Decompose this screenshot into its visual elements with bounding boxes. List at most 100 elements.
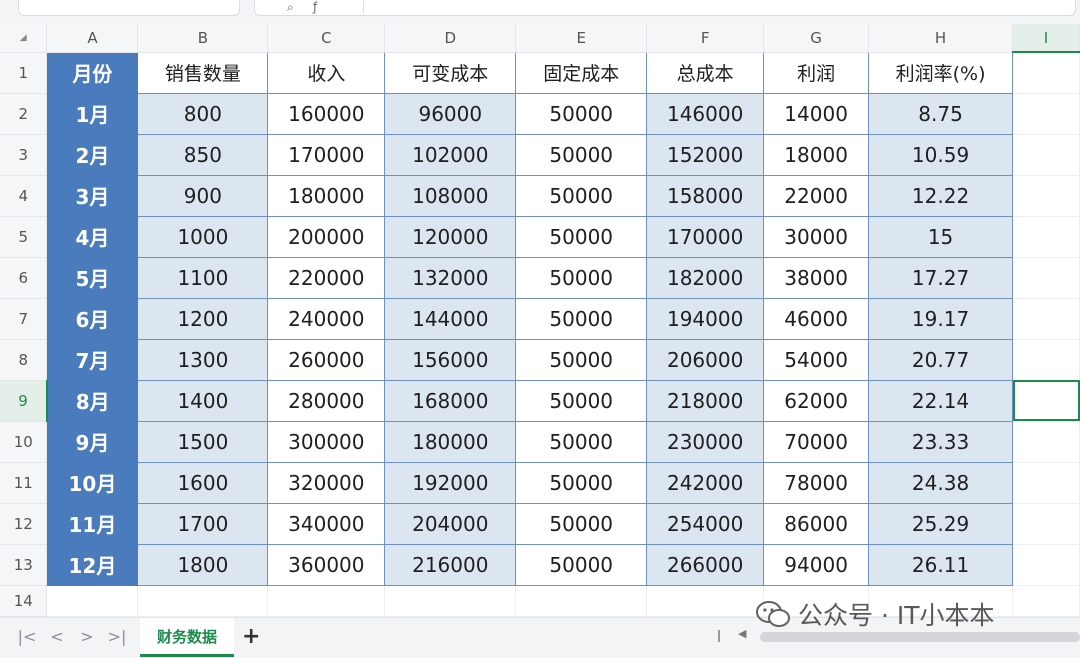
cell-total-cost[interactable]: 206000	[646, 338, 765, 381]
cell-revenue[interactable]: 300000	[267, 420, 386, 463]
next-sheet-button[interactable]: >	[76, 627, 98, 646]
cell-empty[interactable]	[1012, 421, 1080, 463]
header-cell-revenue[interactable]: 收入	[267, 51, 386, 94]
cell-profit[interactable]: 30000	[763, 215, 870, 258]
row-header-9[interactable]: 9	[0, 380, 48, 422]
search-icon[interactable]: ⌕	[287, 0, 294, 15]
cell-profit-rate[interactable]: 12.22	[868, 174, 1014, 217]
cell-revenue[interactable]: 360000	[267, 543, 386, 586]
header-cell-total-cost[interactable]: 总成本	[646, 51, 765, 94]
cell-revenue[interactable]: 170000	[267, 133, 386, 176]
cell-total-cost[interactable]: 170000	[646, 215, 765, 258]
cell-fixed-cost[interactable]: 50000	[515, 92, 648, 135]
cell-profit[interactable]: 94000	[763, 543, 870, 586]
cell-total-cost[interactable]: 158000	[646, 174, 765, 217]
cell-total-cost[interactable]: 152000	[646, 133, 765, 176]
cell-variable-cost[interactable]: 168000	[384, 379, 517, 422]
cell-month[interactable]: 10月	[46, 461, 139, 504]
row-header-2[interactable]: 2	[0, 93, 48, 135]
cell-empty[interactable]	[1012, 257, 1080, 299]
cell-total-cost[interactable]: 146000	[646, 92, 765, 135]
cell-total-cost[interactable]: 182000	[646, 256, 765, 299]
cell-sales-qty[interactable]: 1800	[137, 543, 269, 586]
cell-month[interactable]: 9月	[46, 420, 139, 463]
cell-profit-rate[interactable]: 15	[868, 215, 1014, 258]
cell-month[interactable]: 8月	[46, 379, 139, 422]
row-header-1[interactable]: 1	[0, 52, 48, 94]
cell-revenue[interactable]: 260000	[267, 338, 386, 381]
cell-profit[interactable]: 54000	[763, 338, 870, 381]
cell-total-cost[interactable]: 266000	[646, 543, 765, 586]
cell-profit[interactable]: 86000	[763, 502, 870, 545]
cell-variable-cost[interactable]: 120000	[384, 215, 517, 258]
cell-profit[interactable]: 14000	[763, 92, 870, 135]
row-header-13[interactable]: 13	[0, 544, 48, 586]
cell-month[interactable]: 4月	[46, 215, 139, 258]
cell-profit-rate[interactable]: 19.17	[868, 297, 1014, 340]
header-cell-sales-qty[interactable]: 销售数量	[137, 51, 269, 94]
cell-sales-qty[interactable]: 800	[137, 92, 269, 135]
column-header-f[interactable]: F	[646, 24, 765, 53]
cell-month[interactable]: 6月	[46, 297, 139, 340]
fx-icon[interactable]: ƒ	[313, 0, 317, 14]
cell-fixed-cost[interactable]: 50000	[515, 174, 648, 217]
cell-total-cost[interactable]: 218000	[646, 379, 765, 422]
row-header-10[interactable]: 10	[0, 421, 48, 463]
cell-revenue[interactable]: 320000	[267, 461, 386, 504]
cell-variable-cost[interactable]: 180000	[384, 420, 517, 463]
cell-profit-rate[interactable]: 23.33	[868, 420, 1014, 463]
cell-fixed-cost[interactable]: 50000	[515, 215, 648, 258]
cell-sales-qty[interactable]: 1500	[137, 420, 269, 463]
cell-sales-qty[interactable]: 850	[137, 133, 269, 176]
scroll-left-arrow-icon[interactable]: ◀	[738, 627, 746, 640]
cell-revenue[interactable]: 340000	[267, 502, 386, 545]
cell-empty[interactable]	[1012, 544, 1080, 586]
cell-revenue[interactable]: 240000	[267, 297, 386, 340]
cell-variable-cost[interactable]: 108000	[384, 174, 517, 217]
cell-empty[interactable]	[137, 585, 269, 617]
cell-variable-cost[interactable]: 204000	[384, 502, 517, 545]
cell-sales-qty[interactable]: 1000	[137, 215, 269, 258]
column-header-d[interactable]: D	[384, 24, 517, 53]
horizontal-scrollbar[interactable]	[760, 632, 1080, 642]
row-header-3[interactable]: 3	[0, 134, 48, 176]
row-header-5[interactable]: 5	[0, 216, 48, 258]
cell-profit-rate[interactable]: 22.14	[868, 379, 1014, 422]
cell-revenue[interactable]: 200000	[267, 215, 386, 258]
cell-profit[interactable]: 62000	[763, 379, 870, 422]
cell-empty[interactable]	[1012, 134, 1080, 176]
column-header-a[interactable]: A	[46, 24, 139, 53]
cell-empty[interactable]	[646, 585, 765, 617]
column-header-c[interactable]: C	[267, 24, 386, 53]
cell-sales-qty[interactable]: 1400	[137, 379, 269, 422]
cell-fixed-cost[interactable]: 50000	[515, 502, 648, 545]
formula-input[interactable]: ⌕ ƒ	[254, 0, 1076, 16]
cell-empty[interactable]	[1012, 503, 1080, 545]
cell-empty[interactable]	[46, 585, 139, 617]
last-sheet-button[interactable]: >|	[106, 627, 128, 646]
active-cell-i9[interactable]	[1012, 380, 1080, 422]
cell-month[interactable]: 7月	[46, 338, 139, 381]
cell-revenue[interactable]: 180000	[267, 174, 386, 217]
cell-empty[interactable]	[267, 585, 386, 617]
cell-variable-cost[interactable]: 156000	[384, 338, 517, 381]
row-header-8[interactable]: 8	[0, 339, 48, 381]
header-cell-month[interactable]: 月份	[46, 51, 139, 94]
cell-profit[interactable]: 18000	[763, 133, 870, 176]
row-header-7[interactable]: 7	[0, 298, 48, 340]
cell-profit[interactable]: 22000	[763, 174, 870, 217]
cell-profit-rate[interactable]: 10.59	[868, 133, 1014, 176]
row-header-14[interactable]: 14	[0, 585, 48, 617]
header-cell-variable-cost[interactable]: 可变成本	[384, 51, 517, 94]
cell-month[interactable]: 3月	[46, 174, 139, 217]
cell-fixed-cost[interactable]: 50000	[515, 420, 648, 463]
cell-profit[interactable]: 46000	[763, 297, 870, 340]
cell-fixed-cost[interactable]: 50000	[515, 543, 648, 586]
cell-month[interactable]: 11月	[46, 502, 139, 545]
cell-profit-rate[interactable]: 17.27	[868, 256, 1014, 299]
cell-empty[interactable]	[1012, 52, 1080, 94]
column-header-e[interactable]: E	[515, 24, 648, 53]
prev-sheet-button[interactable]: <	[46, 627, 68, 646]
cell-variable-cost[interactable]: 102000	[384, 133, 517, 176]
cell-profit-rate[interactable]: 8.75	[868, 92, 1014, 135]
